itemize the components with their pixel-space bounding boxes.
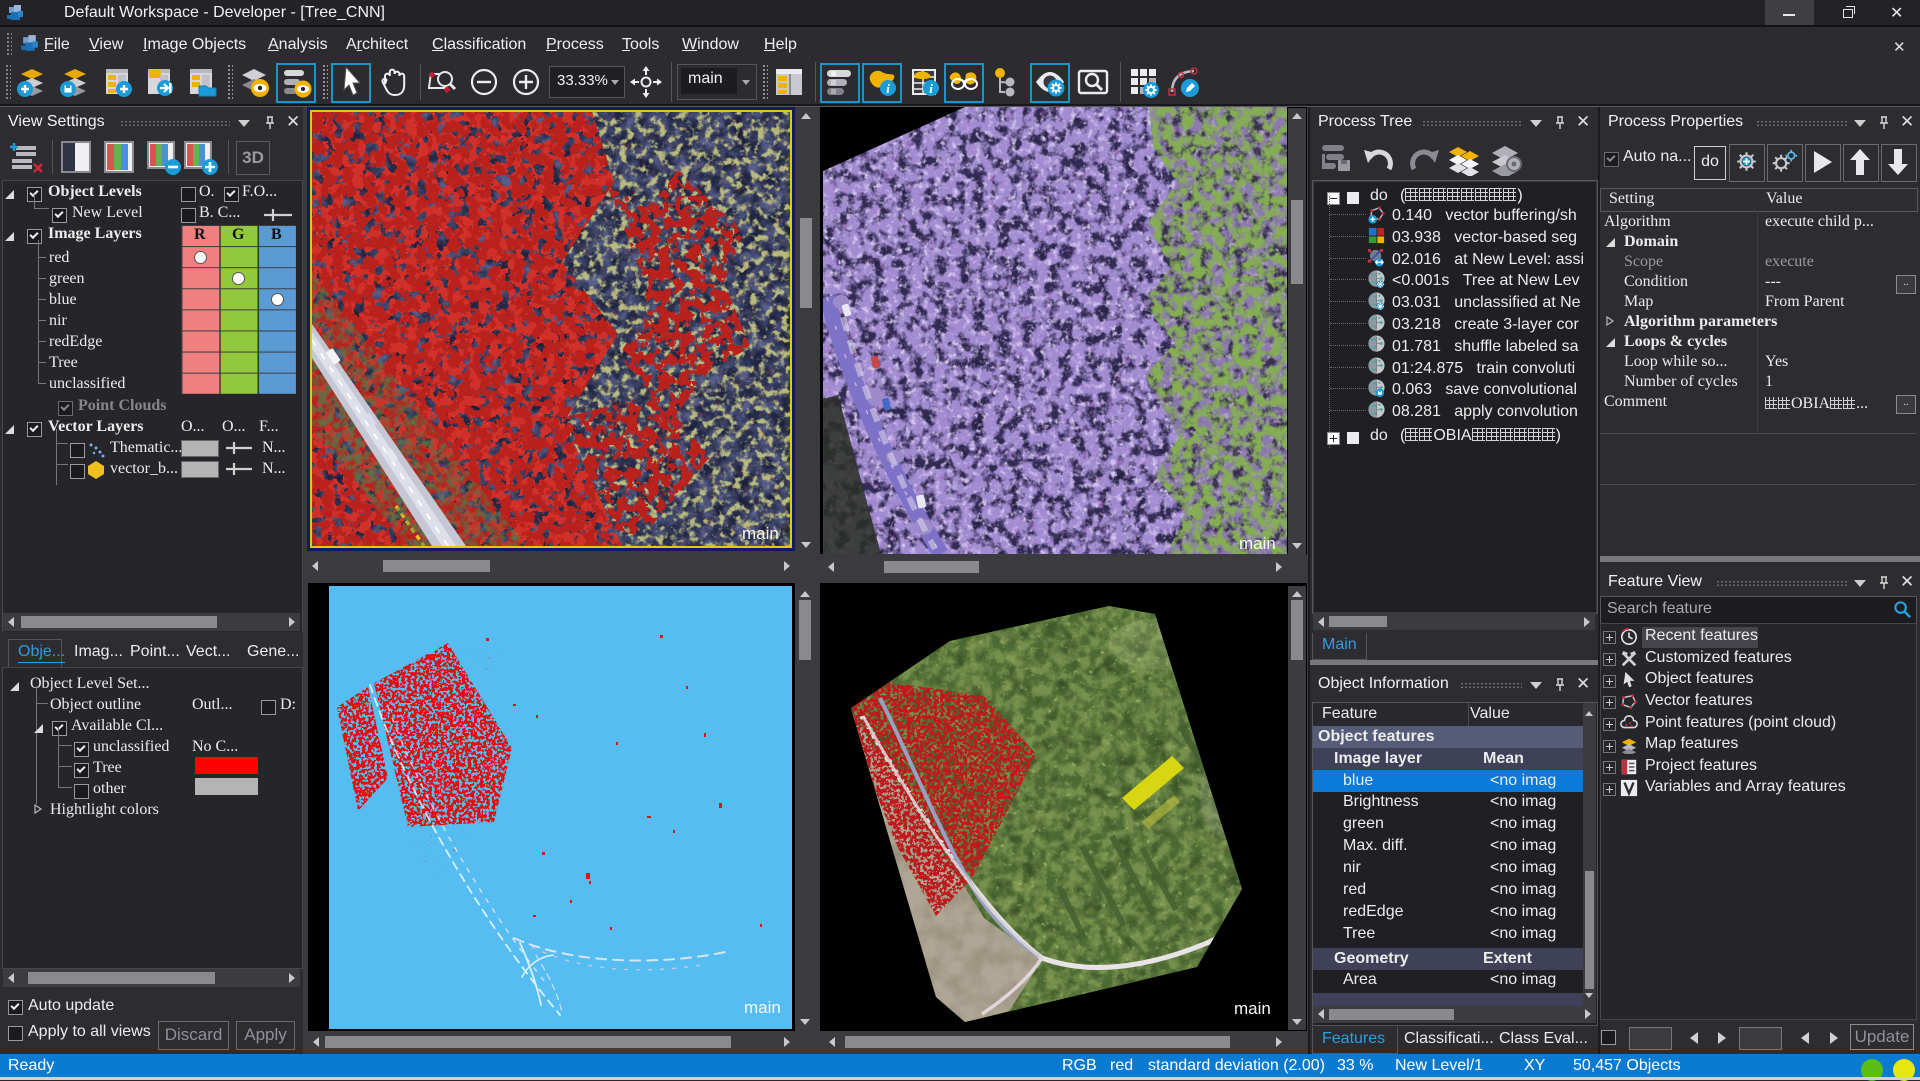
svg-text:main: main — [1234, 999, 1271, 1018]
svg-text:i: i — [886, 81, 890, 96]
svg-text:main: main — [744, 998, 781, 1017]
svg-text:i: i — [929, 81, 933, 96]
svg-text:main: main — [1239, 534, 1276, 553]
svg-text:main: main — [742, 524, 779, 543]
